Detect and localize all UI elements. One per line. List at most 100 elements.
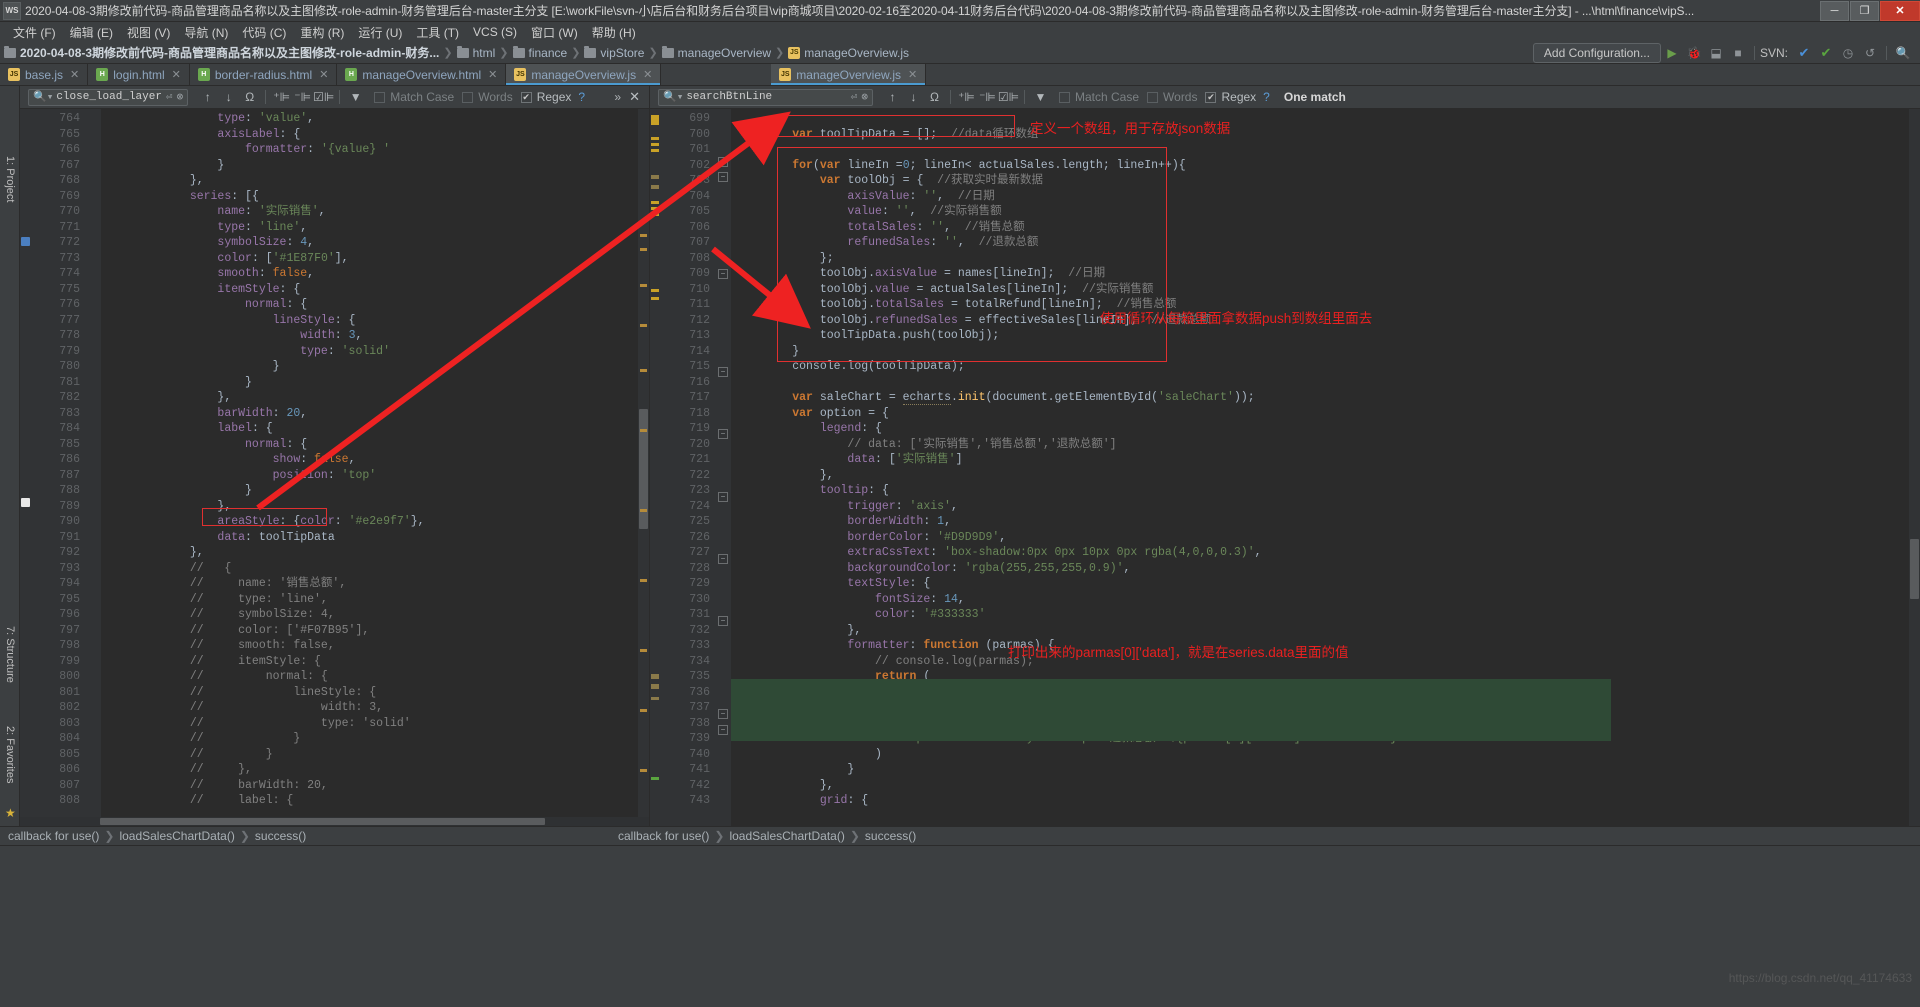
find-previous-icon[interactable]: ↑	[198, 88, 217, 107]
code-line[interactable]: // normal: {	[101, 669, 649, 685]
code-line[interactable]: refunedSales: '', //退款总额	[731, 235, 1920, 251]
sidebar-item-favorites[interactable]: 2: Favorites	[4, 726, 16, 783]
stop-icon[interactable]: ■	[1728, 44, 1748, 62]
add-selection-icon[interactable]: ⁺⊫	[272, 88, 291, 107]
sidebar-item-project[interactable]: 1: Project	[4, 156, 16, 202]
vertical-scrollbar-left[interactable]	[638, 109, 649, 826]
fold-marker[interactable]: −	[718, 367, 728, 377]
code-text-left[interactable]: type: 'value', axisLabel: { formatter: '…	[101, 109, 649, 826]
close-tab-icon[interactable]: ✕	[172, 68, 181, 81]
close-tab-icon[interactable]: ✕	[70, 68, 79, 81]
revert-icon[interactable]: ↺	[1860, 44, 1880, 62]
code-line[interactable]: }	[101, 375, 649, 391]
words-checkbox-left[interactable]: Words	[462, 90, 513, 104]
fold-marker[interactable]: −	[718, 554, 728, 564]
code-line[interactable]: // },	[101, 762, 649, 778]
debug-icon[interactable]: 🐞	[1684, 44, 1704, 62]
breadcrumb-item-4[interactable]: manageOverview	[661, 45, 771, 60]
close-tab-icon[interactable]: ✕	[908, 68, 917, 81]
bottom-breadcrumb-item[interactable]: callback for use()	[618, 829, 709, 843]
breadcrumb-item-2[interactable]: finance	[512, 45, 567, 60]
code-line[interactable]: }	[101, 359, 649, 375]
commit-icon[interactable]: ✔	[1816, 44, 1836, 62]
select-all-occurrences-icon[interactable]: Ω	[240, 88, 259, 107]
breadcrumb-item-5[interactable]: JS manageOverview.js	[788, 46, 909, 60]
words-checkbox-right[interactable]: Words	[1147, 90, 1197, 104]
code-line[interactable]: fontSize: 14,	[731, 592, 1920, 608]
code-line[interactable]: toolObj.value = actualSales[lineIn]; //实…	[731, 282, 1920, 298]
code-line[interactable]: totalSales: '', //销售总额	[731, 220, 1920, 236]
code-line[interactable]: normal: {	[101, 437, 649, 453]
add-selection-icon[interactable]: ⁺⊫	[957, 88, 976, 107]
code-line[interactable]	[731, 111, 1920, 127]
code-line[interactable]: grid: {	[731, 793, 1920, 809]
close-find-icon[interactable]: ✕	[629, 89, 640, 105]
code-line[interactable]: symbolSize: 4,	[101, 235, 649, 251]
regex-checkbox-left[interactable]: ✔ Regex	[520, 90, 571, 104]
error-stripe-right[interactable]	[650, 109, 661, 826]
find-previous-icon[interactable]: ↑	[883, 88, 902, 107]
code-line[interactable]: // symbolSize: 4,	[101, 607, 649, 623]
code-line[interactable]: var toolObj = { //获取实时最新数据	[731, 173, 1920, 189]
code-line[interactable]: type: 'solid'	[101, 344, 649, 360]
regex-help-link[interactable]: ?	[578, 90, 585, 104]
menu-item-6[interactable]: 运行 (U)	[351, 23, 409, 42]
code-line[interactable]: toolObj.axisValue = names[lineIn]; //日期	[731, 266, 1920, 282]
menu-item-4[interactable]: 代码 (C)	[235, 23, 293, 42]
code-line[interactable]: console.log(toolTipData);	[731, 359, 1920, 375]
find-next-icon[interactable]: ↓	[904, 88, 923, 107]
editor-tab-2[interactable]: Hborder-radius.html ✕	[190, 64, 338, 85]
menu-item-0[interactable]: 文件 (F)	[6, 23, 63, 42]
code-line[interactable]: name: '实际销售',	[101, 204, 649, 220]
code-line[interactable]: },	[731, 623, 1920, 639]
code-area-left[interactable]: 764 765 766 767 768 769 770 771 772 773 774 775 776 7…	[20, 109, 649, 826]
code-line[interactable]: // width: 3,	[101, 700, 649, 716]
code-line[interactable]: borderWidth: 1,	[731, 514, 1920, 530]
code-line[interactable]: )	[731, 747, 1920, 763]
enter-icon[interactable]: ⏎	[166, 90, 173, 104]
menu-item-1[interactable]: 编辑 (E)	[63, 23, 120, 42]
code-line[interactable]: }	[731, 762, 1920, 778]
code-line[interactable]: legend: {	[731, 421, 1920, 437]
code-line[interactable]: width: 3,	[101, 328, 649, 344]
close-button[interactable]: ✕	[1880, 0, 1920, 21]
code-line[interactable]: for(var lineIn =0; lineIn< actualSales.l…	[731, 158, 1920, 174]
editor-tab-0[interactable]: JS base.js ✕	[0, 64, 89, 85]
code-line[interactable]: // lineStyle: {	[101, 685, 649, 701]
breadcrumb-item-0[interactable]: 2020-04-08-3期修改前代码-商品管理商品名称以及主图修改-role-a…	[4, 44, 439, 61]
clear-icon[interactable]: ⊗	[861, 90, 868, 104]
code-line[interactable]: var saleChart = echarts.init(document.ge…	[731, 390, 1920, 406]
code-line[interactable]: areaStyle: {color: '#e2e9f7'},	[101, 514, 649, 530]
bottom-breadcrumb-item[interactable]: success()	[255, 829, 306, 843]
close-tab-icon[interactable]: ✕	[319, 68, 328, 81]
code-line[interactable]: // type: 'solid'	[101, 716, 649, 732]
fold-marker[interactable]: −	[718, 172, 728, 182]
code-line[interactable]: axisValue: '', //日期	[731, 189, 1920, 205]
find-next-icon[interactable]: ↓	[219, 88, 238, 107]
editor-tab-5[interactable]: JS manageOverview.js ✕	[771, 64, 927, 85]
vertical-scrollbar-right[interactable]	[1909, 109, 1920, 826]
code-line[interactable]: barWidth: 20,	[101, 406, 649, 422]
add-configuration-button[interactable]: Add Configuration...	[1532, 42, 1661, 63]
code-line[interactable]	[731, 142, 1920, 158]
code-line[interactable]: value: '', //实际销售额	[731, 204, 1920, 220]
fold-marker[interactable]: −	[718, 269, 728, 279]
match-case-checkbox-left[interactable]: Match Case	[374, 90, 454, 104]
select-all-occurrences-icon[interactable]: Ω	[925, 88, 944, 107]
code-line[interactable]: textStyle: {	[731, 576, 1920, 592]
code-line[interactable]: extraCssText: 'box-shadow:0px 0px 10px 0…	[731, 545, 1920, 561]
bottom-breadcrumb-item[interactable]: success()	[865, 829, 916, 843]
code-line[interactable]: toolTipData.push(toolObj);	[731, 328, 1920, 344]
code-line[interactable]: // type: 'line',	[101, 592, 649, 608]
code-text-right[interactable]: var toolTipData = []; //data循环数组 for(var…	[731, 109, 1920, 826]
code-line[interactable]	[731, 375, 1920, 391]
select-all-lines-icon[interactable]: ☑⊫	[313, 88, 334, 107]
code-line[interactable]: // itemStyle: {	[101, 654, 649, 670]
code-line[interactable]: }	[101, 158, 649, 174]
clear-icon[interactable]: ⊗	[177, 90, 184, 104]
code-line[interactable]: // name: '销售总额',	[101, 576, 649, 592]
error-stripe-left[interactable]	[20, 109, 31, 826]
code-line[interactable]: show: false,	[101, 452, 649, 468]
code-line[interactable]: lineStyle: {	[101, 313, 649, 329]
code-line[interactable]: color: '#333333'	[731, 607, 1920, 623]
